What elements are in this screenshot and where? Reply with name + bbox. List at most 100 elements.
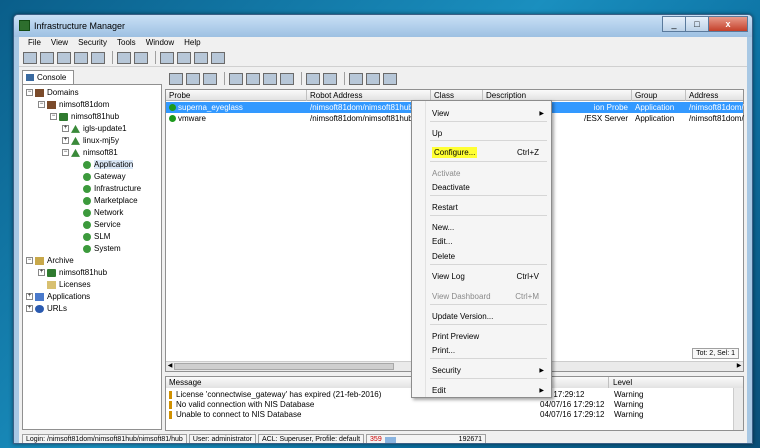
menu-item-update-version[interactable]: Update Version...: [426, 310, 549, 324]
menu-item-restart[interactable]: Restart: [426, 201, 549, 215]
split-view-icon[interactable]: [40, 51, 54, 64]
menu-item-view-log[interactable]: View Log Ctrl+V: [426, 270, 549, 284]
menu-item-delete[interactable]: Delete: [426, 250, 549, 264]
tree-node[interactable]: + URLs: [26, 303, 67, 315]
hub-icon[interactable]: [74, 51, 88, 64]
menu-item-new[interactable]: New...: [426, 221, 549, 235]
collapse-icon[interactable]: −: [50, 113, 57, 121]
tree-node[interactable]: − nimsoft81hub: [50, 111, 119, 123]
key-icon[interactable]: [177, 51, 191, 64]
expand-icon[interactable]: +: [62, 125, 69, 133]
expand-icon[interactable]: +: [26, 305, 33, 313]
bar-chart-icon[interactable]: [306, 72, 320, 85]
tree-node[interactable]: Marketplace: [74, 195, 138, 207]
expand-icon[interactable]: +: [26, 293, 33, 301]
menu-item-label: Configure...: [432, 147, 478, 158]
column-group[interactable]: Group: [632, 90, 686, 101]
find-icon[interactable]: [194, 51, 208, 64]
tree-node[interactable]: + nimsoft81hub: [38, 267, 107, 279]
tree-node[interactable]: Application: [74, 159, 134, 171]
tree-node[interactable]: Gateway: [74, 171, 126, 183]
refresh-icon[interactable]: [203, 72, 217, 85]
collapse-icon[interactable]: −: [38, 101, 45, 109]
tree-node[interactable]: Network: [74, 207, 123, 219]
menu-item-label: Print Preview: [432, 332, 480, 341]
expand-icon[interactable]: +: [62, 137, 69, 145]
scroll-thumb[interactable]: [174, 363, 394, 370]
archive-icon: [35, 256, 44, 265]
group-icon[interactable]: [263, 72, 277, 85]
menu-view[interactable]: View: [46, 37, 73, 49]
robot-icon: [71, 136, 80, 145]
tree-node[interactable]: + linux-mj5y: [62, 135, 119, 147]
tree-node[interactable]: − nimsoft81: [62, 147, 118, 159]
paste-icon[interactable]: [134, 51, 148, 64]
vertical-scrollbar[interactable]: [733, 388, 743, 430]
tree-node[interactable]: System: [74, 243, 121, 255]
binoculars-icon[interactable]: [229, 72, 243, 85]
tree-node[interactable]: + igls-update1: [62, 123, 127, 135]
tree-node[interactable]: SLM: [74, 231, 110, 243]
tree-node[interactable]: + Applications: [26, 291, 90, 303]
menu-file[interactable]: File: [23, 37, 46, 49]
menu-item-label: New...: [432, 223, 455, 232]
tree-node[interactable]: Licenses: [38, 279, 91, 291]
console-view-icon[interactable]: [23, 51, 37, 64]
menu-item-view-dashboard[interactable]: View Dashboard Ctrl+M: [426, 290, 549, 304]
menu-item-configure[interactable]: Configure... Ctrl+Z: [426, 146, 549, 160]
tree-node-label: nimsoft81: [83, 148, 118, 157]
tree-node[interactable]: Infrastructure: [74, 183, 141, 195]
menu-window[interactable]: Window: [141, 37, 179, 49]
users-icon[interactable]: [246, 72, 260, 85]
menu-item-activate[interactable]: Activate: [426, 167, 549, 181]
connect-icon[interactable]: [57, 51, 71, 64]
maximize-button[interactable]: □: [685, 16, 709, 32]
collapse-icon[interactable]: [186, 72, 200, 85]
submenu-arrow-icon: ▶: [539, 368, 544, 374]
monitor-icon[interactable]: [366, 72, 380, 85]
column-probe[interactable]: Probe: [166, 90, 307, 101]
menu-item-edit[interactable]: Edit ▶: [426, 384, 549, 398]
tree-node-label: Gateway: [94, 172, 126, 181]
column-address[interactable]: Address: [686, 90, 750, 101]
menu-item-print-preview[interactable]: Print Preview: [426, 330, 549, 344]
menu-help[interactable]: Help: [179, 37, 205, 49]
menu-item-label: View: [432, 109, 450, 118]
copy-icon[interactable]: [117, 51, 131, 64]
menu-item-security[interactable]: Security ▶: [426, 364, 549, 378]
scroll-right-icon[interactable]: ▶: [735, 362, 743, 371]
collapse-icon[interactable]: −: [26, 257, 33, 265]
tree-node[interactable]: Service: [74, 219, 121, 231]
tree-node[interactable]: − Archive: [26, 255, 74, 267]
collapse-icon[interactable]: −: [62, 149, 69, 157]
column-level[interactable]: Level: [610, 377, 743, 388]
robot-icon[interactable]: [91, 51, 105, 64]
login-status: Login: /nimsoft81dom/nimsoft81hub/nimsof…: [22, 434, 187, 443]
menu-item-print[interactable]: Print...: [426, 344, 549, 358]
minimize-button[interactable]: _: [662, 16, 686, 32]
tree-node[interactable]: − nimsoft81dom: [38, 99, 109, 111]
expand-icon[interactable]: +: [38, 269, 45, 277]
menu-security[interactable]: Security: [73, 37, 112, 49]
menu-item-edit[interactable]: Edit...: [426, 235, 549, 249]
plug-icon[interactable]: [211, 51, 225, 64]
expand-icon[interactable]: [169, 72, 183, 85]
print-icon[interactable]: [349, 72, 363, 85]
collapse-icon[interactable]: −: [26, 89, 33, 97]
windows-icon[interactable]: [383, 72, 397, 85]
menu-separator: [430, 140, 547, 141]
probe-icon[interactable]: [160, 51, 174, 64]
scroll-left-icon[interactable]: ◀: [166, 362, 174, 371]
settings-icon[interactable]: [280, 72, 294, 85]
close-button[interactable]: x: [708, 16, 748, 32]
menu-item-deactivate[interactable]: Deactivate: [426, 181, 549, 195]
menu-item-up[interactable]: Up: [426, 127, 549, 141]
menu-tools[interactable]: Tools: [112, 37, 141, 49]
tab-console-label: Console: [37, 73, 67, 82]
tree-node[interactable]: − Domains: [26, 87, 79, 99]
tab-console[interactable]: Console: [22, 70, 74, 84]
title-bar[interactable]: Infrastructure Manager _ □ x: [14, 15, 752, 37]
building-icon[interactable]: [323, 72, 337, 85]
message-row[interactable]: Unable to connect to NIS Database 04/07/1…: [166, 409, 733, 420]
menu-item-view[interactable]: View ▶: [426, 107, 549, 121]
